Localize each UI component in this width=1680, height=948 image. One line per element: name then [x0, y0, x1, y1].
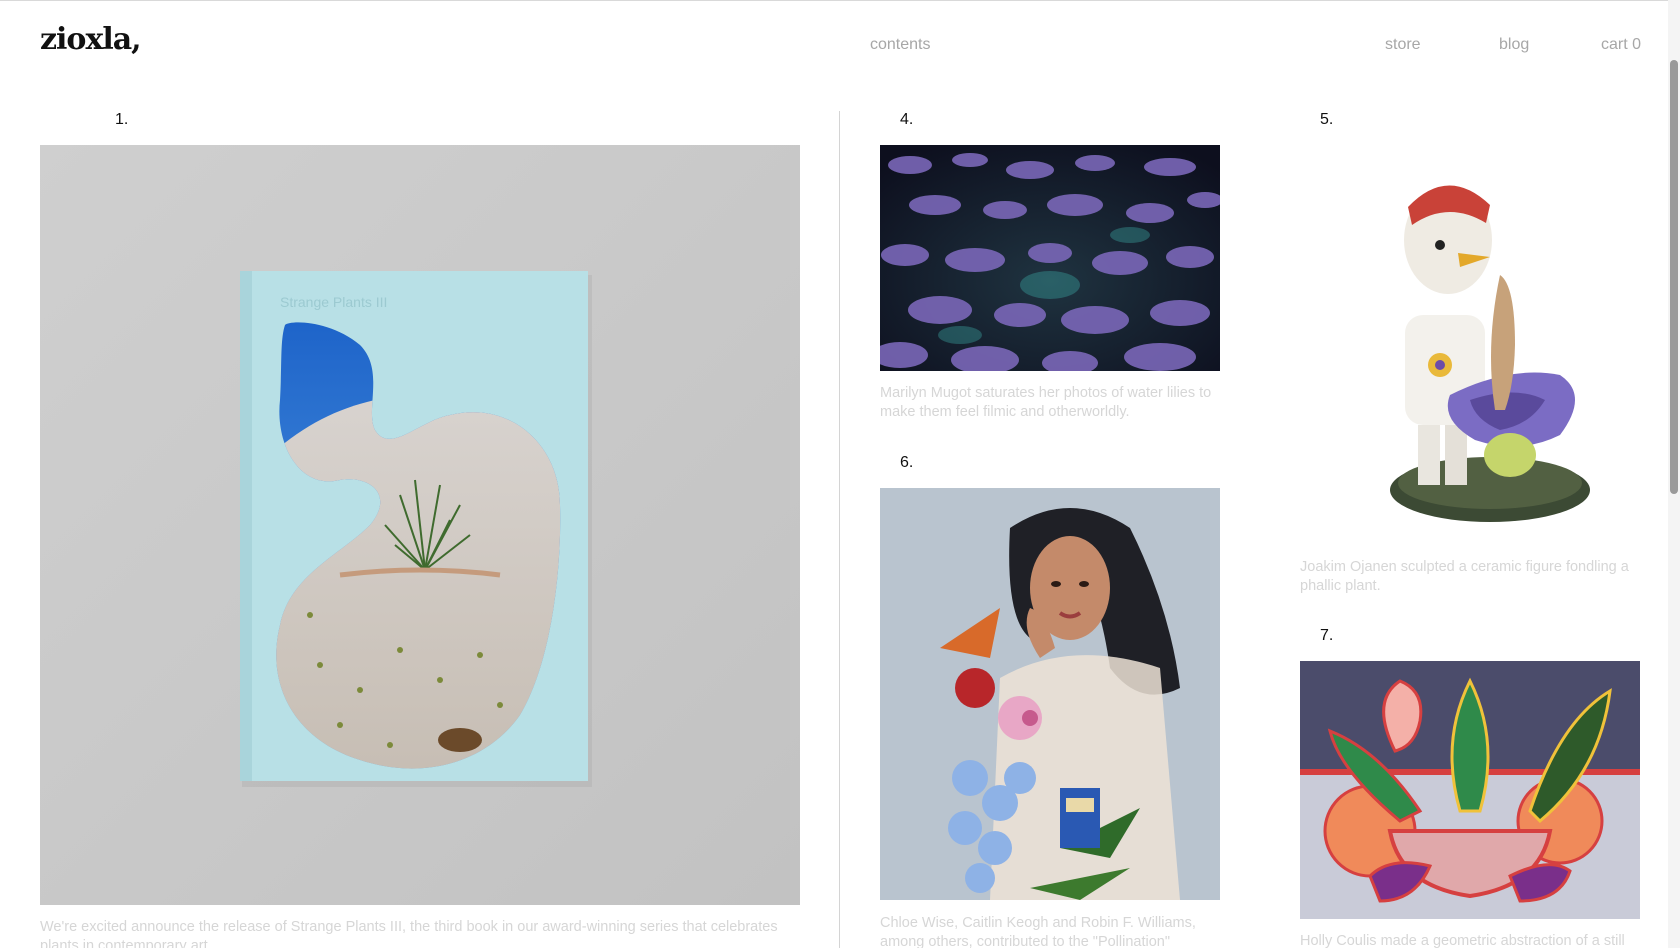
card-caption: Marilyn Mugot saturates her photos of wa…	[880, 385, 1212, 420]
site-logo[interactable]: zioxla,	[40, 22, 142, 57]
book-cover-title: Strange Plants III	[280, 294, 387, 310]
card-caption: Holly Coulis made a geometric abstractio…	[1300, 933, 1625, 948]
card-caption: Chloe Wise, Caitlin Keogh and Robin F. W…	[880, 915, 1196, 948]
nav-store-link[interactable]: store	[1385, 36, 1421, 54]
scrollbar-thumb[interactable]	[1670, 60, 1678, 494]
card-number: 7.	[1320, 627, 1334, 644]
nav-blog-link[interactable]: blog	[1499, 36, 1529, 54]
column-divider	[839, 111, 840, 948]
water-lilies-photo[interactable]	[880, 145, 1220, 371]
nav-cart-link[interactable]: cart 0	[1601, 36, 1641, 54]
pollination-painting[interactable]	[880, 488, 1220, 900]
card-caption: We're excited announce the release of St…	[40, 919, 778, 948]
still-life-abstraction-painting[interactable]	[1300, 661, 1640, 919]
nav-contents-link[interactable]: contents	[870, 36, 930, 54]
card-number: 4.	[900, 111, 914, 128]
card-number: 1.	[115, 111, 129, 128]
top-border	[0, 0, 1680, 1]
ceramic-figure-photo[interactable]	[1300, 145, 1640, 540]
card-number: 6.	[900, 454, 914, 471]
card-number: 5.	[1320, 111, 1334, 128]
card-caption: Joakim Ojanen sculpted a ceramic figure …	[1300, 559, 1629, 594]
strange-plants-book-image[interactable]: Strange Plants III	[40, 145, 800, 905]
